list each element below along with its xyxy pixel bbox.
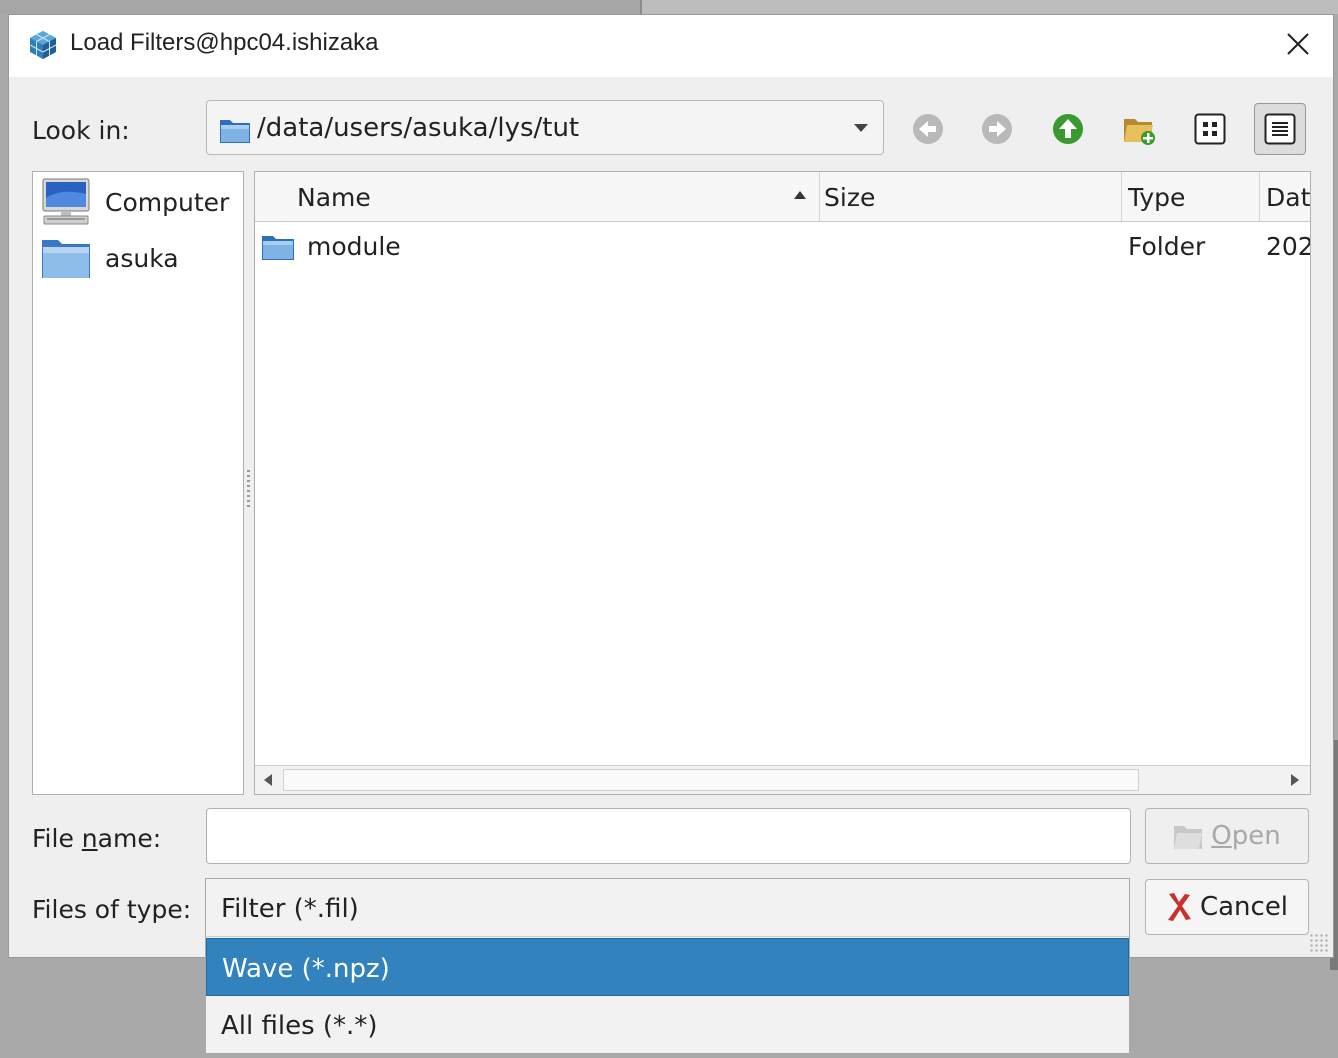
file-date-cell: 202 — [1266, 232, 1311, 261]
dropdown-option-all-files[interactable]: All files (*.*) — [206, 996, 1129, 1054]
list-view-button[interactable] — [1184, 103, 1236, 155]
cancel-button[interactable]: Cancel — [1145, 879, 1309, 935]
column-header-date[interactable]: Dat — [1260, 172, 1310, 221]
detail-view-button[interactable] — [1254, 103, 1306, 155]
list-view-icon — [1194, 113, 1226, 145]
cancel-button-label: Cancel — [1199, 892, 1289, 922]
detail-view-icon — [1264, 113, 1296, 145]
load-filters-dialog: Load Filters@hpc04.ishizaka Look in: /da… — [8, 14, 1334, 958]
parent-directory-button[interactable] — [1042, 103, 1094, 155]
computer-icon — [42, 178, 90, 225]
file-name-cell: module — [307, 232, 401, 261]
open-folder-icon — [1174, 826, 1203, 849]
folder-icon — [42, 240, 90, 278]
column-header: Name Size Type Dat — [255, 172, 1310, 222]
open-button[interactable]: Open — [1145, 808, 1309, 864]
files-of-type-dropdown[interactable]: Filter (*.fil) Wave (*.npz) All files (*… — [205, 878, 1130, 1054]
new-folder-icon — [1124, 119, 1155, 145]
back-button[interactable] — [902, 103, 954, 155]
parent-directory-icon — [1053, 114, 1083, 144]
look-in-label: Look in: — [32, 116, 130, 145]
forward-button[interactable] — [971, 103, 1023, 155]
column-header-size[interactable]: Size — [820, 172, 1122, 221]
open-button-label: Open — [1211, 821, 1281, 851]
background-window-edge — [640, 0, 1338, 14]
look-in-combo[interactable]: /data/users/asuka/lys/tut — [206, 100, 884, 155]
back-icon — [913, 114, 943, 144]
dropdown-option-filter[interactable]: Filter (*.fil) — [206, 879, 1129, 937]
cube-app-icon — [29, 31, 57, 59]
horizontal-scrollbar[interactable] — [255, 765, 1310, 794]
sidebar-item-label: asuka — [105, 243, 179, 273]
column-header-type[interactable]: Type — [1122, 172, 1260, 221]
sort-ascending-icon — [794, 191, 806, 199]
forward-icon — [982, 114, 1012, 144]
new-folder-button[interactable] — [1113, 103, 1165, 155]
folder-icon — [220, 120, 250, 143]
file-type-cell: Folder — [1128, 232, 1206, 261]
chevron-down-icon — [854, 124, 868, 132]
table-row[interactable]: module Folder 202 — [255, 224, 1310, 268]
window-title: Load Filters@hpc04.ishizaka — [70, 29, 379, 56]
file-list-view: Name Size Type Dat module Folder 202 — [254, 171, 1311, 795]
title-bar[interactable]: Load Filters@hpc04.ishizaka — [9, 15, 1333, 77]
folder-icon — [262, 236, 294, 260]
file-name-label: File name: — [32, 824, 162, 853]
file-name-input[interactable] — [206, 808, 1131, 864]
scrollbar-thumb[interactable] — [283, 769, 1139, 791]
resize-grip[interactable] — [1309, 933, 1329, 953]
splitter-handle[interactable] — [247, 470, 250, 510]
sidebar-item-computer[interactable]: Computer — [41, 178, 229, 226]
places-sidebar: Computer asuka — [32, 171, 244, 795]
dropdown-option-wave[interactable]: Wave (*.npz) — [206, 938, 1129, 996]
cancel-x-icon — [1167, 893, 1191, 921]
scroll-left-icon[interactable] — [263, 773, 273, 787]
close-icon[interactable] — [1283, 29, 1313, 59]
files-of-type-label: Files of type: — [32, 895, 192, 924]
look-in-path: /data/users/asuka/lys/tut — [257, 113, 580, 143]
sidebar-item-label: Computer — [105, 187, 230, 217]
sidebar-item-asuka[interactable]: asuka — [41, 236, 179, 280]
scroll-right-icon[interactable] — [1290, 773, 1300, 787]
column-header-name[interactable]: Name — [255, 172, 820, 221]
